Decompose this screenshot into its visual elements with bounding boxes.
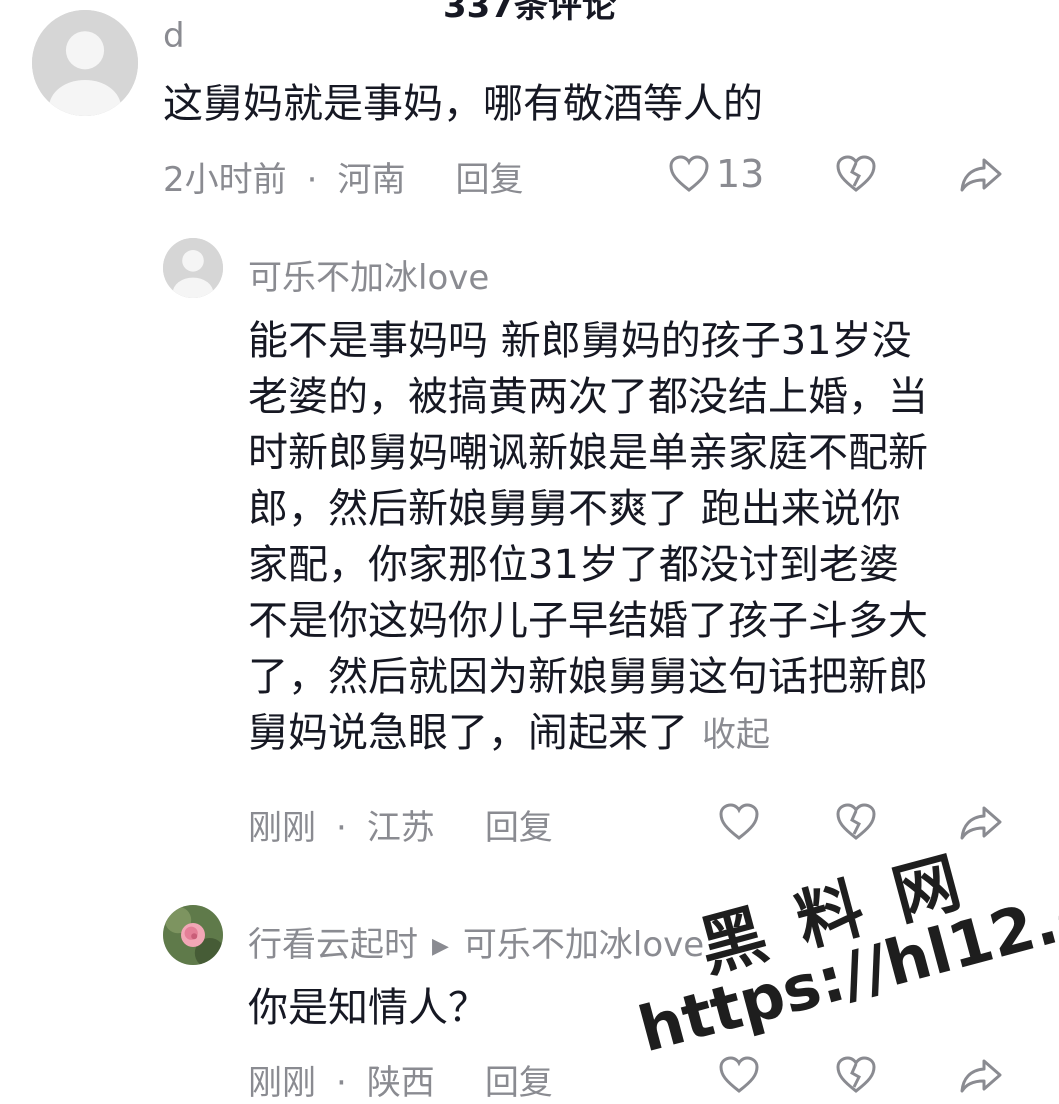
comment-username[interactable]: 行看云起时	[248, 925, 418, 965]
comment-text-line: 郎，然后新娘舅舅不爽了 跑出来说你	[248, 486, 901, 532]
comment-text: 能不是事妈吗 新郎舅妈的孩子31岁没 老婆的，被搞黄两次了都没结上婚，当 时新郎…	[248, 313, 1038, 763]
avatar[interactable]	[163, 905, 223, 965]
dislike-button[interactable]	[835, 802, 877, 842]
reply-arrow-icon: ▶	[432, 934, 449, 959]
comment-username[interactable]: 可乐不加冰love	[248, 250, 489, 299]
comment-username-line: 行看云起时 ▶ 可乐不加冰love	[248, 917, 704, 966]
like-count: 13	[716, 152, 765, 196]
comment-text-line: 时新郎舅妈嘲讽新娘是单亲家庭不配新	[248, 430, 928, 476]
comment-text-line: 能不是事妈吗 新郎舅妈的孩子31岁没	[248, 318, 912, 364]
comment-text-line: 了，然后就因为新娘舅舅这句话把新郎	[248, 654, 928, 700]
comment-meta: 2小时前 · 河南 回复	[163, 152, 523, 201]
comment-text-line: 家配，你家那位31岁了都没讨到老婆	[248, 542, 899, 588]
comment-time: 刚刚	[248, 808, 316, 848]
dislike-button[interactable]	[835, 1055, 877, 1095]
like-button[interactable]	[718, 1055, 760, 1095]
comment-text-line-last: 舅妈说急眼了，闹起来了 收起	[248, 705, 1038, 763]
comment-text: 你是知情人？	[248, 985, 488, 1031]
dislike-button[interactable]	[835, 154, 877, 194]
reply-button[interactable]: 回复	[455, 160, 523, 200]
comment-text-line: 不是你这妈你儿子早结婚了孩子斗多大	[248, 598, 928, 644]
comment-username[interactable]: d	[163, 16, 185, 56]
heart-outline-icon	[719, 1056, 759, 1093]
reply-to-username[interactable]: 可乐不加冰love	[463, 925, 704, 965]
share-arrow-icon	[960, 158, 1002, 192]
heart-outline-icon	[669, 155, 709, 192]
rose-photo-avatar-icon	[163, 905, 223, 965]
share-button[interactable]	[958, 802, 1004, 842]
reply-button[interactable]: 回复	[485, 1063, 553, 1103]
comment-text-line: 老婆的，被搞黄两次了都没结上婚，当	[248, 374, 928, 420]
comment-location: 江苏	[366, 808, 435, 848]
comment-meta: 刚刚 · 江苏 回复	[248, 800, 553, 849]
broken-heart-icon	[836, 155, 876, 192]
share-button[interactable]	[958, 154, 1004, 194]
share-arrow-icon	[960, 1059, 1002, 1093]
comment-time: 2小时前	[163, 160, 287, 200]
collapse-button[interactable]: 收起	[702, 715, 770, 755]
comment-time: 刚刚	[248, 1063, 316, 1103]
avatar[interactable]	[32, 10, 138, 116]
default-user-avatar-icon	[32, 10, 138, 116]
broken-heart-icon	[836, 803, 876, 840]
default-user-avatar-icon	[163, 238, 223, 298]
separator-dot: ·	[336, 808, 347, 848]
separator-dot: ·	[306, 160, 318, 200]
like-button[interactable]	[718, 802, 760, 842]
comment-location: 河南	[337, 160, 406, 200]
comment-location: 陕西	[366, 1063, 435, 1103]
comment-text: 这舅妈就是事妈，哪有敬酒等人的	[163, 81, 763, 127]
comment-text-line: 舅妈说急眼了，闹起来了	[248, 710, 688, 756]
comments-count-title: 337条评论	[443, 0, 616, 26]
share-button[interactable]	[958, 1055, 1004, 1095]
separator-dot: ·	[336, 1063, 347, 1103]
reply-button[interactable]: 回复	[485, 808, 553, 848]
comment-meta: 刚刚 · 陕西 回复	[248, 1055, 553, 1104]
share-arrow-icon	[960, 806, 1002, 840]
watermark-title: 黑料网	[691, 834, 1002, 987]
heart-outline-icon	[719, 803, 759, 840]
like-button[interactable]: 13	[668, 152, 764, 196]
broken-heart-icon	[836, 1056, 876, 1093]
avatar[interactable]	[163, 238, 223, 298]
